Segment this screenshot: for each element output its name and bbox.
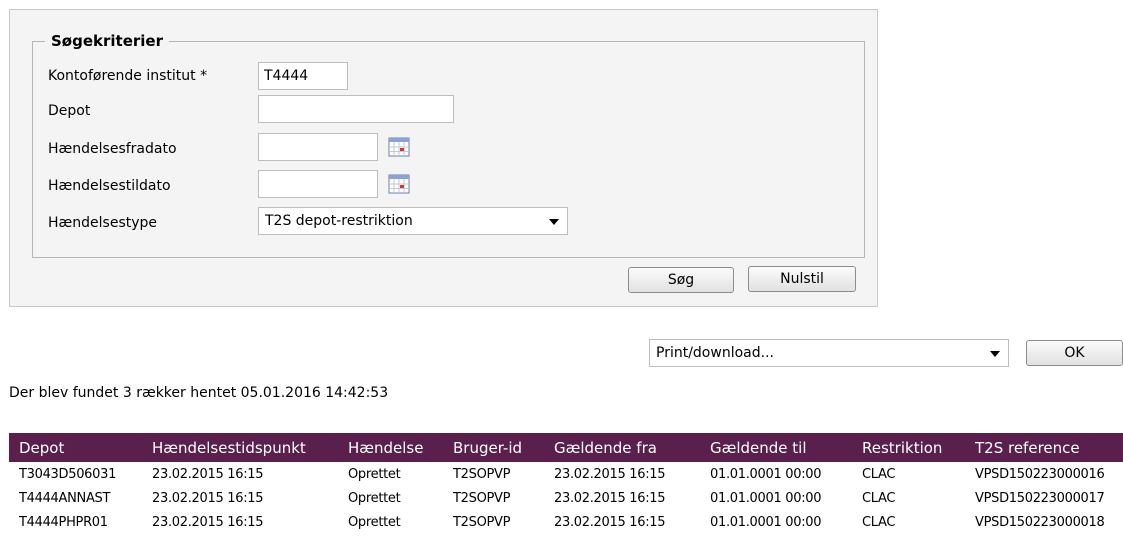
- column-header-valid-from[interactable]: Gældende fra: [544, 433, 700, 462]
- cell-depot: T4444PHPR01: [19, 514, 108, 530]
- column-header-restriction[interactable]: Restriktion: [852, 433, 965, 462]
- search-button[interactable]: Søg: [628, 267, 734, 293]
- column-header-user-id[interactable]: Bruger-id: [443, 433, 544, 462]
- cell-restriction: CLAC: [862, 490, 896, 506]
- cell-event-time: 23.02.2015 16:15: [152, 514, 264, 530]
- cell-valid-to: 01.01.0001 00:00: [710, 490, 822, 506]
- table-row[interactable]: T4444PHPR01 23.02.2015 16:15 Oprettet T2…: [9, 510, 1123, 534]
- to-date-label: Hændelsestildato: [48, 178, 171, 194]
- cell-user-id: T2SOPVP: [453, 514, 511, 530]
- column-header-event-time[interactable]: Hændelsestidspunkt: [142, 433, 338, 462]
- chevron-down-icon: [549, 219, 559, 225]
- reset-button[interactable]: Nulstil: [748, 266, 856, 292]
- column-header-t2s-reference[interactable]: T2S reference: [965, 433, 1123, 462]
- institute-label: Kontoførende institut *: [48, 68, 208, 84]
- cell-depot: T4444ANNAST: [19, 490, 111, 506]
- cell-valid-to: 01.01.0001 00:00: [710, 514, 822, 530]
- cell-user-id: T2SOPVP: [453, 466, 511, 482]
- cell-t2s-reference: VPSD150223000017: [975, 490, 1105, 506]
- cell-depot: T3043D506031: [19, 466, 117, 482]
- cell-t2s-reference: VPSD150223000016: [975, 466, 1105, 482]
- cell-valid-from: 23.02.2015 16:15: [554, 466, 666, 482]
- results-table: Depot Hændelsestidspunkt Hændelse Bruger…: [9, 433, 1123, 534]
- cell-restriction: CLAC: [862, 514, 896, 530]
- event-type-label: Hændelsestype: [48, 215, 158, 231]
- column-header-event[interactable]: Hændelse: [338, 433, 443, 462]
- to-date-input[interactable]: [258, 170, 378, 198]
- search-panel: Søgekriterier Kontoførende institut * De…: [9, 9, 878, 307]
- result-status-text: Der blev fundet 3 rækker hentet 05.01.20…: [9, 385, 389, 401]
- cell-valid-from: 23.02.2015 16:15: [554, 490, 666, 506]
- cell-user-id: T2SOPVP: [453, 490, 511, 506]
- column-header-depot[interactable]: Depot: [9, 433, 142, 462]
- print-download-value: Print/download...: [656, 345, 774, 361]
- from-date-label: Hændelsesfradato: [48, 141, 177, 157]
- event-type-value: T2S depot-restriktion: [265, 213, 413, 229]
- chevron-down-icon: [990, 351, 1000, 357]
- calendar-icon[interactable]: [388, 137, 410, 157]
- institute-input[interactable]: [258, 62, 348, 90]
- from-date-input[interactable]: [258, 133, 378, 161]
- cell-restriction: CLAC: [862, 466, 896, 482]
- print-download-select[interactable]: Print/download...: [649, 339, 1009, 367]
- search-criteria-legend: Søgekriterier: [51, 32, 163, 50]
- cell-event: Oprettet: [348, 466, 401, 482]
- cell-event-time: 23.02.2015 16:15: [152, 466, 264, 482]
- table-row[interactable]: T4444ANNAST 23.02.2015 16:15 Oprettet T2…: [9, 486, 1123, 510]
- event-type-select[interactable]: T2S depot-restriktion: [258, 207, 568, 235]
- cell-event: Oprettet: [348, 490, 401, 506]
- cell-event-time: 23.02.2015 16:15: [152, 490, 264, 506]
- calendar-icon[interactable]: [388, 174, 410, 194]
- cell-event: Oprettet: [348, 514, 401, 530]
- cell-valid-from: 23.02.2015 16:15: [554, 514, 666, 530]
- table-header-row: Depot Hændelsestidspunkt Hændelse Bruger…: [9, 433, 1123, 462]
- depot-label: Depot: [48, 103, 91, 119]
- table-row[interactable]: T3043D506031 23.02.2015 16:15 Oprettet T…: [9, 462, 1123, 486]
- depot-input[interactable]: [258, 95, 454, 123]
- ok-button[interactable]: OK: [1026, 340, 1123, 366]
- column-header-valid-to[interactable]: Gældende til: [700, 433, 852, 462]
- cell-t2s-reference: VPSD150223000018: [975, 514, 1105, 530]
- cell-valid-to: 01.01.0001 00:00: [710, 466, 822, 482]
